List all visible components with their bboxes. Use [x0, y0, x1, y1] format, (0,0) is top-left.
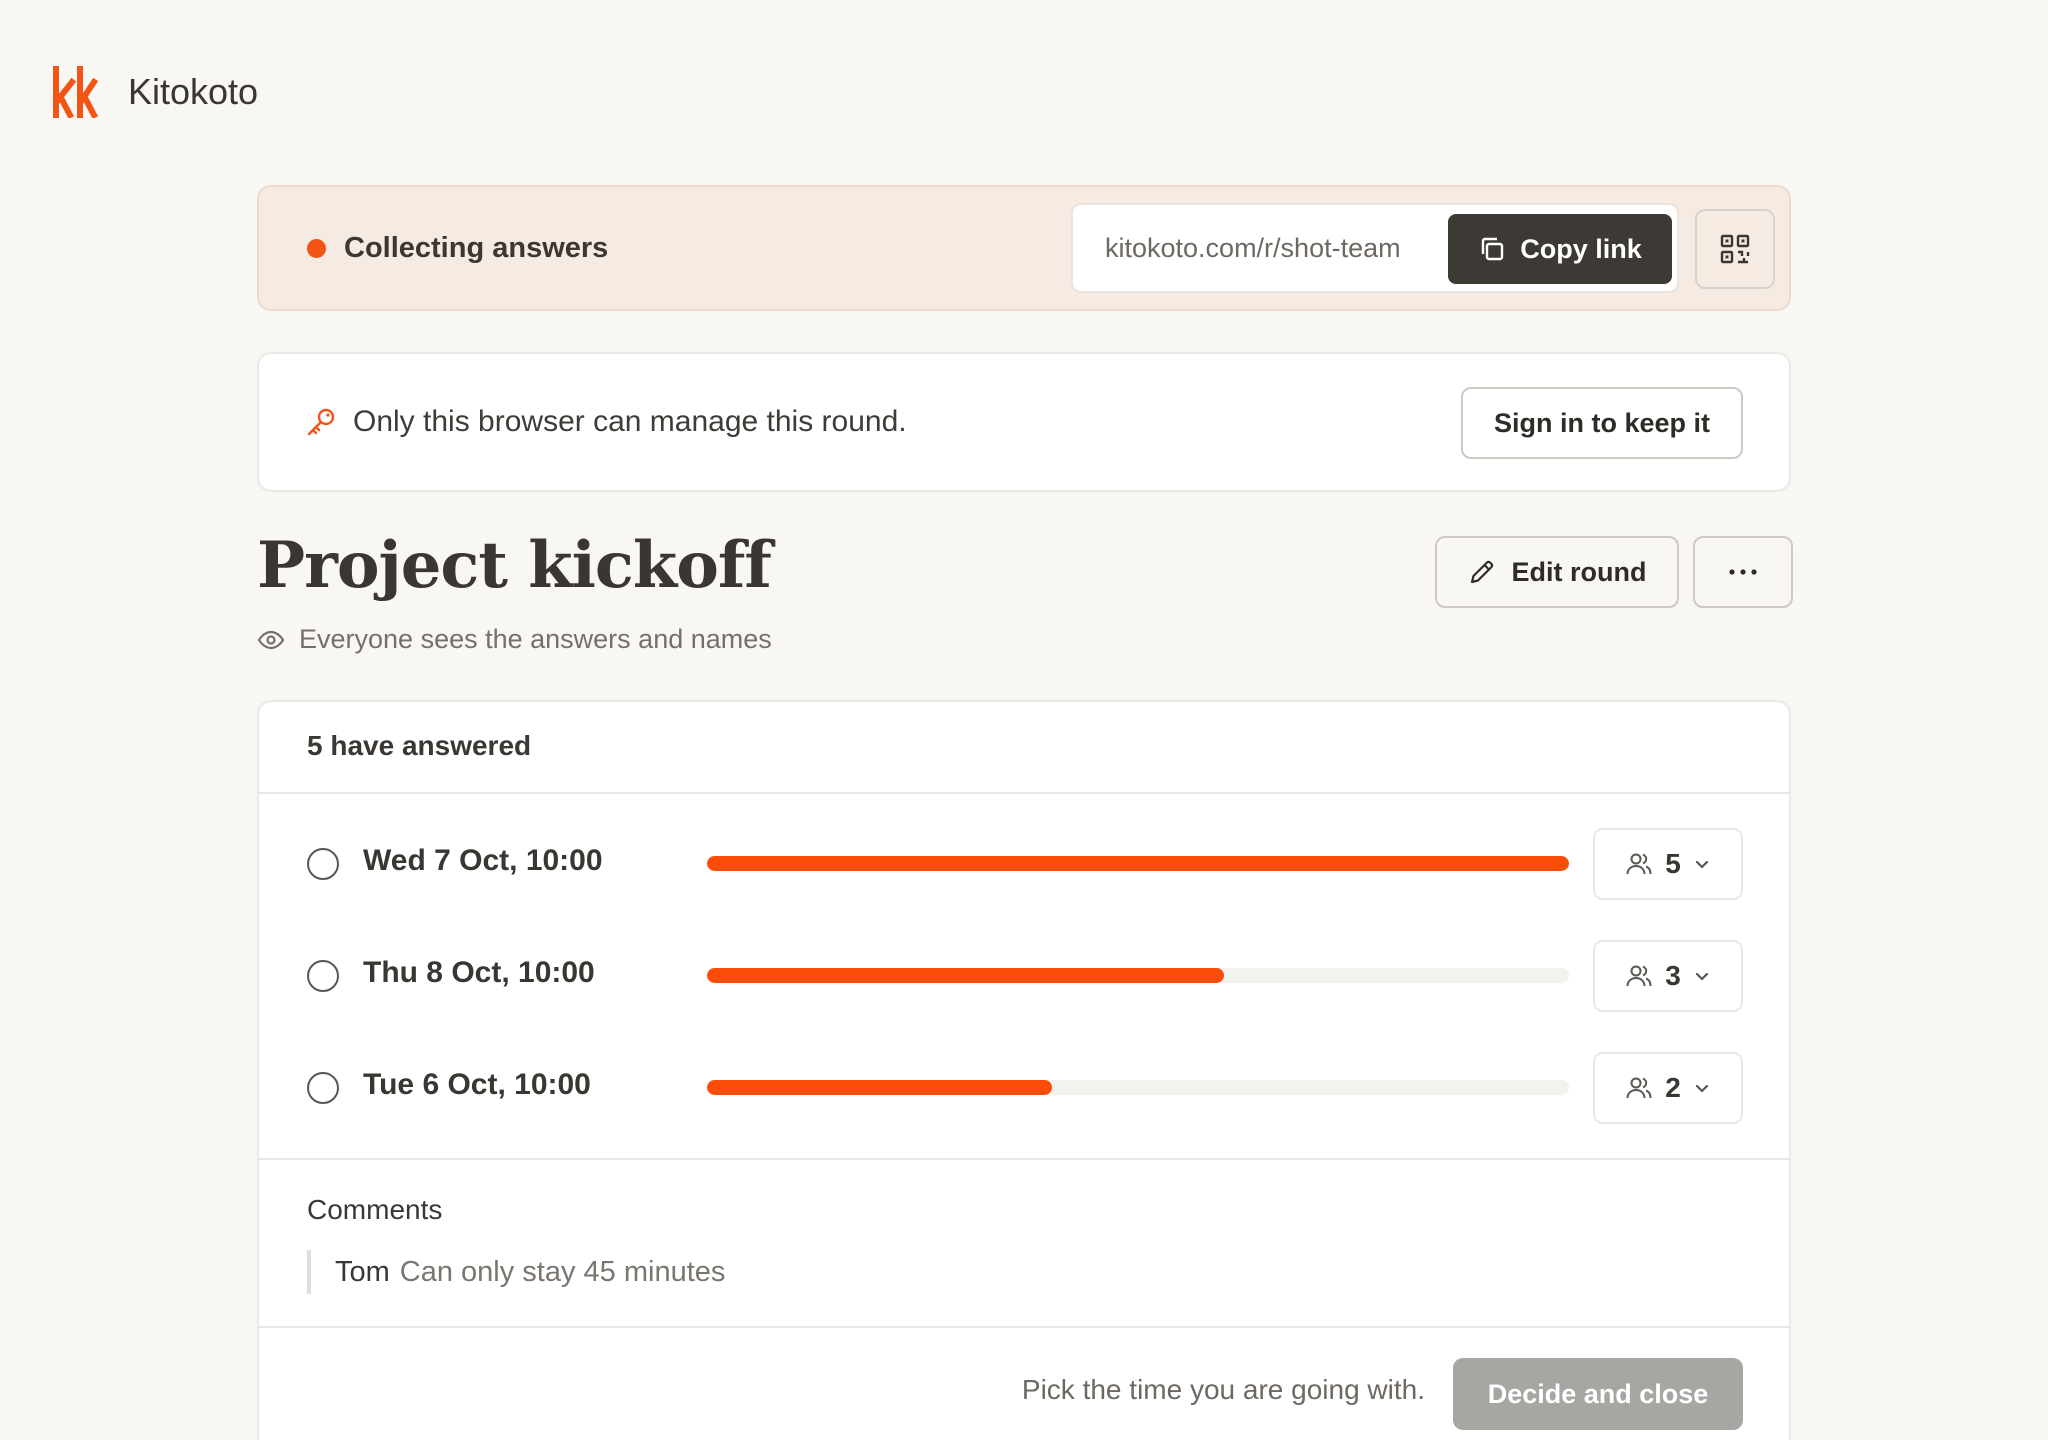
qr-code-icon: [1720, 234, 1750, 264]
qr-code-button[interactable]: [1695, 209, 1775, 289]
option-label: Thu 8 Oct, 10:00: [363, 956, 595, 989]
manage-notice-text: Only this browser can manage this round.: [353, 405, 907, 438]
app-name: Kitokoto: [128, 71, 259, 112]
option-radio[interactable]: [307, 1072, 339, 1104]
comments-title: Comments: [307, 1194, 443, 1225]
option-row[interactable]: Wed 7 Oct, 10:00 5: [259, 828, 1789, 900]
sign-in-button[interactable]: Sign in to keep it: [1461, 387, 1743, 459]
voters-dropdown[interactable]: 5: [1593, 828, 1743, 900]
more-horizontal-icon: [1729, 569, 1757, 575]
answered-count: 5 have answered: [307, 730, 532, 761]
comment-author: Tom: [335, 1255, 390, 1288]
vote-bar-track: [707, 856, 1569, 871]
voters-dropdown[interactable]: 2: [1593, 1052, 1743, 1124]
voter-count: 2: [1665, 1072, 1681, 1103]
divider: [259, 1326, 1789, 1328]
edit-round-button[interactable]: Edit round: [1435, 536, 1679, 608]
vote-bar-fill: [707, 1080, 1052, 1095]
vote-bar-fill: [707, 968, 1225, 983]
share-link-url[interactable]: kitokoto.com/r/shot-team: [1105, 233, 1401, 264]
people-icon: [1626, 1077, 1652, 1099]
voter-count: 5: [1665, 848, 1681, 879]
decide-hint: Pick the time you are going with.: [1021, 1374, 1425, 1405]
status-bar: Collecting answers kitokoto.com/r/shot-t…: [257, 185, 1791, 311]
comment-item: Tom Can only stay 45 minutes: [307, 1250, 725, 1294]
brand[interactable]: Kitokoto: [52, 66, 258, 118]
round-header: Project kickoff Everyone sees the answer…: [257, 528, 1793, 658]
chevron-down-icon: [1695, 860, 1708, 869]
voter-count: 3: [1665, 960, 1681, 991]
share-link-box: kitokoto.com/r/shot-team Copy link: [1071, 203, 1679, 293]
visibility-text: Everyone sees the answers and names: [299, 624, 772, 654]
vote-bar-track: [707, 1080, 1569, 1095]
chevron-down-icon: [1695, 972, 1708, 981]
copy-link-label: Copy link: [1520, 233, 1642, 264]
option-label: Tue 6 Oct, 10:00: [363, 1068, 591, 1101]
divider: [259, 792, 1789, 794]
copy-icon: [1482, 237, 1504, 261]
manage-notice: Only this browser can manage this round.…: [257, 352, 1791, 492]
copy-link-button[interactable]: Copy link: [1448, 214, 1672, 284]
option-label: Wed 7 Oct, 10:00: [363, 844, 603, 877]
vote-bar-track: [707, 968, 1569, 983]
option-radio[interactable]: [307, 848, 339, 880]
divider: [259, 1158, 1789, 1160]
vote-bar-fill: [707, 856, 1569, 871]
decide-and-close-button[interactable]: Decide and close: [1453, 1358, 1743, 1430]
option-radio[interactable]: [307, 960, 339, 992]
chevron-down-icon: [1695, 1084, 1708, 1093]
status-label: Collecting answers: [344, 231, 609, 264]
option-row[interactable]: Tue 6 Oct, 10:00 2: [259, 1052, 1789, 1124]
page-title: Project kickoff: [257, 528, 772, 603]
visibility-info: Everyone sees the answers and names: [257, 624, 772, 655]
edit-round-label: Edit round: [1511, 556, 1647, 587]
key-icon: [307, 408, 335, 436]
eye-icon: [257, 630, 285, 649]
status-dot: [307, 238, 326, 258]
option-row[interactable]: Thu 8 Oct, 10:00 3: [259, 940, 1789, 1012]
people-icon: [1626, 965, 1652, 987]
voters-dropdown[interactable]: 3: [1593, 940, 1743, 1012]
results-card: 5 have answered Wed 7 Oct, 10:00 5 Thu 8…: [257, 700, 1791, 1440]
comment-text: Can only stay 45 minutes: [399, 1255, 726, 1288]
more-options-button[interactable]: [1693, 536, 1793, 608]
kitokoto-logo-icon: [53, 66, 98, 118]
people-icon: [1626, 853, 1652, 875]
page: Kitokoto Collecting answers kitokoto.com…: [0, 0, 2048, 1440]
pencil-icon: [1470, 560, 1493, 584]
